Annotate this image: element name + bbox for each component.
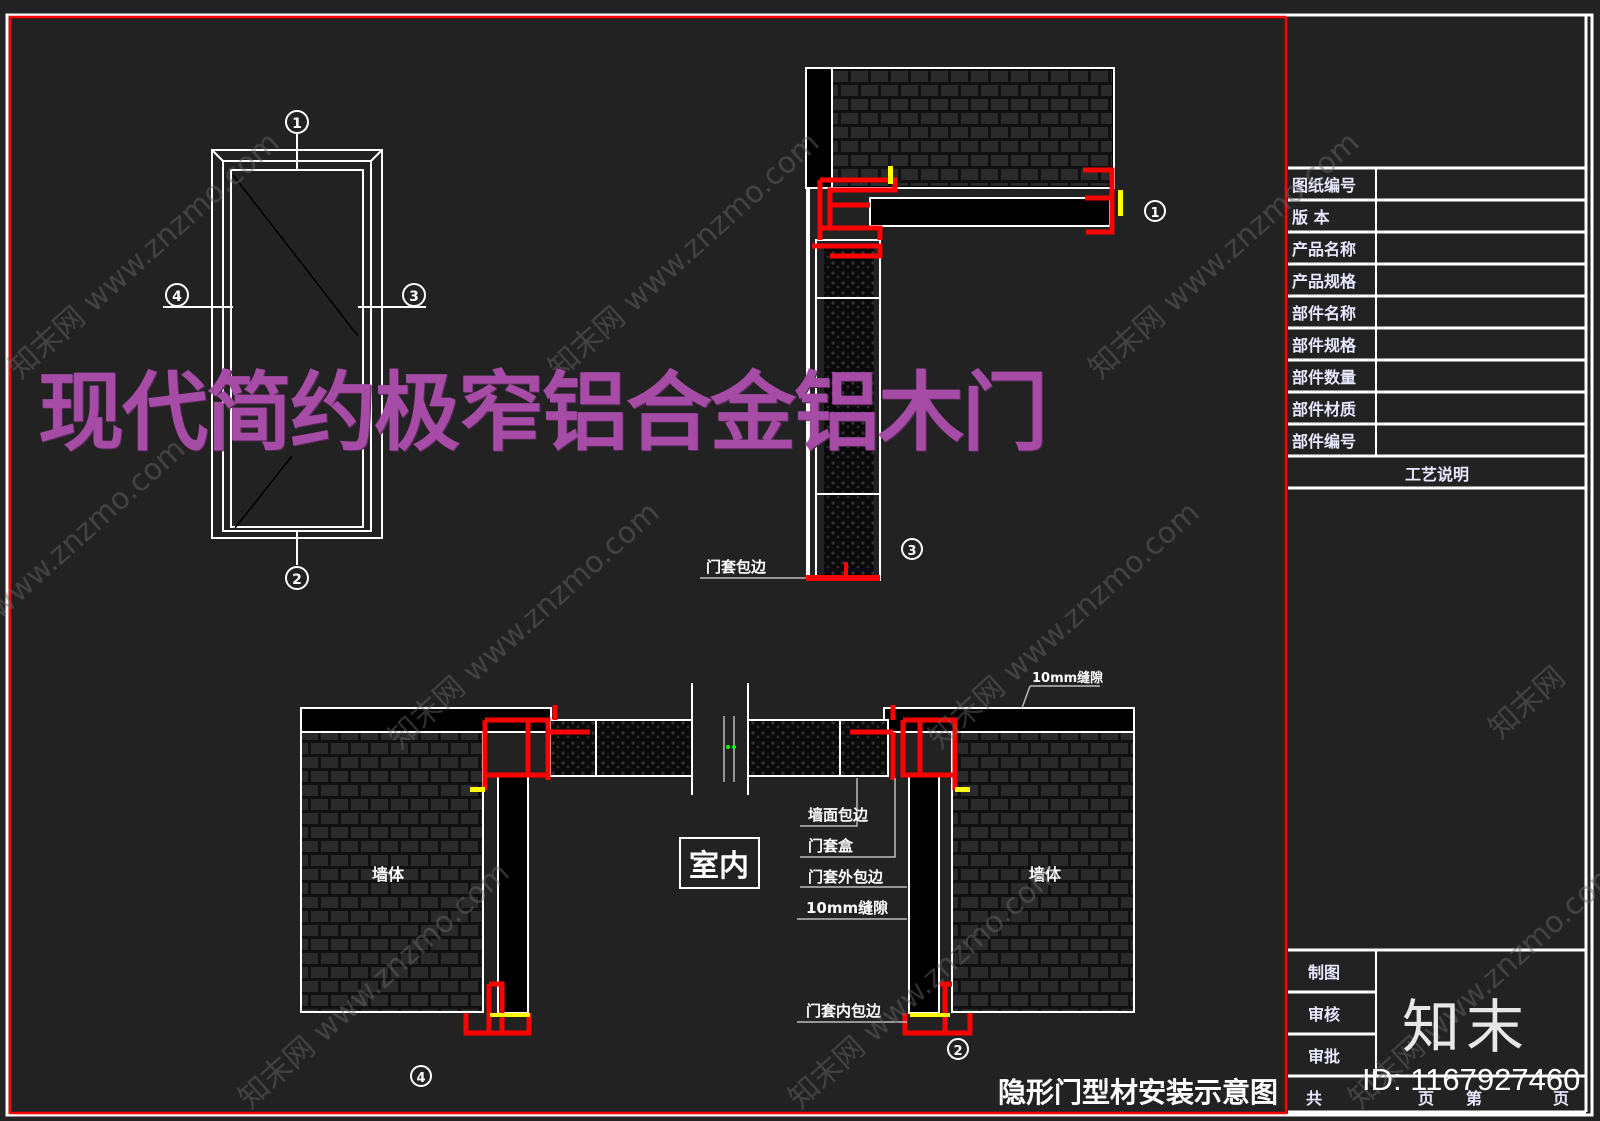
title-block-label: 部件材质 (1292, 400, 1356, 419)
section-marker-plan-bottom-right: 2 (947, 1038, 969, 1060)
overlay-title: 现代简约极窄铝合金铝木门 (38, 363, 1048, 463)
callout-frame-box: 门套盒 (808, 837, 854, 855)
section-marker-elev-right: 3 (402, 283, 426, 307)
detail-corner-section (700, 67, 1123, 581)
sign-row-label: 审批 (1308, 1047, 1340, 1066)
svg-text:1: 1 (1150, 206, 1159, 221)
title-block-label: 部件编号 (1292, 432, 1356, 451)
brand-watermark: 知末 (1402, 993, 1531, 1061)
callout-outer-trim: 门套外包边 (808, 868, 884, 886)
svg-text:1: 1 (292, 116, 302, 132)
callout-wall-trim: 墙面包边 (808, 806, 869, 824)
section-marker-elev-left: 4 (165, 283, 189, 307)
section-marker-plan-bottom-left: 4 (410, 1065, 432, 1087)
title-block-label: 部件规格 (1292, 336, 1357, 355)
sign-row-label: 审核 (1308, 1005, 1340, 1024)
title-block-label: 产品规格 (1292, 272, 1357, 291)
callout-gap: 10mm缝隙 (806, 899, 888, 917)
callout-gap-top: 10mm缝隙 (1032, 670, 1103, 686)
title-block: 图纸编号版 本产品名称产品规格部件名称部件规格部件数量部件材质部件编号工艺说明制… (1288, 166, 1586, 1114)
title-block-label: 部件名称 (1292, 304, 1356, 323)
drawing-title: 隐形门型材安装示意图 (998, 1076, 1278, 1109)
svg-text:知末网: 知末网 (1482, 660, 1572, 746)
svg-text:3: 3 (907, 544, 916, 559)
svg-text:2: 2 (953, 1044, 962, 1059)
callout-door-trim: 门套包边 (706, 558, 767, 576)
room-label-box: 室内 (679, 837, 760, 889)
svg-text:4: 4 (172, 289, 182, 305)
cad-drawing: 图纸编号版 本产品名称产品规格部件名称部件规格部件数量部件材质部件编号工艺说明制… (0, 13, 1600, 1117)
svg-text:2: 2 (292, 572, 302, 588)
watermarks: 知末网 www.znzmo.com 知末网 www.znzmo.com 知末网 … (0, 125, 1600, 1116)
section-marker-elev-bottom: 2 (285, 566, 309, 590)
svg-text:室内: 室内 (689, 849, 749, 884)
title-block-label: 产品名称 (1292, 240, 1356, 259)
title-block-label: 部件数量 (1292, 368, 1356, 387)
image-id: ID: 1167927460 (1362, 1062, 1581, 1097)
svg-text:3: 3 (409, 289, 419, 305)
svg-text:4: 4 (416, 1071, 425, 1086)
wall-label-left: 墙体 (372, 865, 405, 884)
process-notes-header: 工艺说明 (1405, 465, 1469, 484)
section-marker-detail-top-right: 1 (1144, 200, 1166, 222)
sign-row-label: 制图 (1308, 963, 1340, 982)
footer-total: 共 (1306, 1089, 1322, 1108)
section-marker-elev-top: 1 (285, 110, 309, 134)
section-marker-detail-mid-right: 3 (901, 538, 923, 560)
